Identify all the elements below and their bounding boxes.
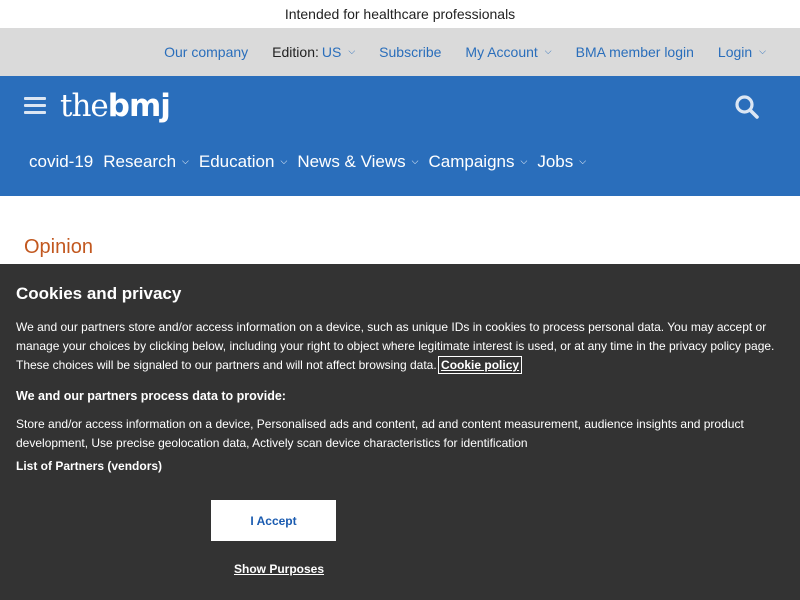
- chevron-down-icon: ⌵: [520, 155, 528, 166]
- nav-item-research[interactable]: Research ⌵: [103, 152, 189, 172]
- my-account-menu[interactable]: My Account ⌵: [465, 44, 551, 60]
- hamburger-menu-icon[interactable]: [24, 97, 46, 114]
- chevron-down-icon: ⌵: [280, 155, 288, 166]
- nav-label: covid-19: [29, 152, 94, 171]
- partners-list-link[interactable]: List of Partners (vendors): [16, 459, 784, 473]
- audience-banner-text: Intended for healthcare professionals: [284, 6, 516, 22]
- nav-item-news-views[interactable]: News & Views ⌵: [297, 152, 418, 172]
- cookie-title: Cookies and privacy: [16, 284, 182, 303]
- main-content: Opinion: [0, 196, 800, 259]
- bmj-logo[interactable]: thebmj: [60, 88, 171, 124]
- chevron-down-icon: ⌵: [579, 155, 587, 166]
- section-title: Opinion: [24, 236, 93, 258]
- logo-bmj: bmj: [107, 88, 171, 124]
- bma-member-login-link[interactable]: BMA member login: [576, 44, 694, 60]
- audience-banner: Intended for healthcare professionals: [0, 0, 800, 28]
- search-icon[interactable]: [734, 94, 760, 120]
- logo-the: the: [60, 88, 109, 124]
- nav-label: News & Views: [297, 152, 406, 171]
- edition-selector[interactable]: Edition: US ⌵: [272, 44, 355, 60]
- site-header: thebmj covid-19 Research ⌵ Education ⌵ New…: [0, 76, 800, 196]
- edition-value: US: [321, 44, 342, 60]
- nav-label: Jobs: [537, 152, 574, 171]
- nav-item-covid-19[interactable]: covid-19: [29, 152, 93, 172]
- subscribe-link[interactable]: Subscribe: [379, 44, 441, 60]
- edition-label: Edition:: [272, 44, 319, 60]
- cookie-subheading: We and our partners process data to prov…: [16, 389, 286, 403]
- main-nav: covid-19 Research ⌵ Education ⌵ News & Vie…: [29, 152, 596, 172]
- nav-label: Research: [103, 152, 177, 171]
- login-label: Login: [717, 44, 753, 60]
- login-menu[interactable]: Login ⌵: [718, 44, 766, 60]
- my-account-label: My Account: [465, 44, 538, 60]
- cookie-consent-dialog: Cookies and privacy We and our partners …: [0, 264, 800, 600]
- nav-item-education[interactable]: Education ⌵: [199, 152, 287, 172]
- chevron-down-icon: ⌵: [759, 45, 766, 56]
- chevron-down-icon: ⌵: [544, 45, 552, 56]
- nav-item-campaigns[interactable]: Campaigns ⌵: [428, 152, 527, 172]
- our-company-link[interactable]: Our company: [164, 44, 248, 60]
- nav-item-jobs[interactable]: Jobs ⌵: [537, 152, 586, 172]
- chevron-down-icon: ⌵: [411, 155, 419, 166]
- accept-button[interactable]: I Accept: [211, 500, 336, 541]
- cookie-purposes: Store and/or access information on a dev…: [16, 417, 744, 450]
- cookie-body: We and our partners store and/or access …: [16, 318, 784, 375]
- chevron-down-icon: ⌵: [348, 45, 356, 56]
- nav-label: Campaigns: [428, 152, 515, 171]
- utility-bar: Our company Edition: US ⌵ Subscribe My A…: [0, 28, 800, 76]
- nav-label: Education: [198, 152, 275, 171]
- show-purposes-link[interactable]: Show Purposes: [234, 562, 324, 576]
- cookie-body-text: We and our partners store and/or access …: [16, 320, 775, 372]
- chevron-down-icon: ⌵: [182, 155, 189, 166]
- cookie-policy-link[interactable]: Cookie policy: [438, 356, 523, 374]
